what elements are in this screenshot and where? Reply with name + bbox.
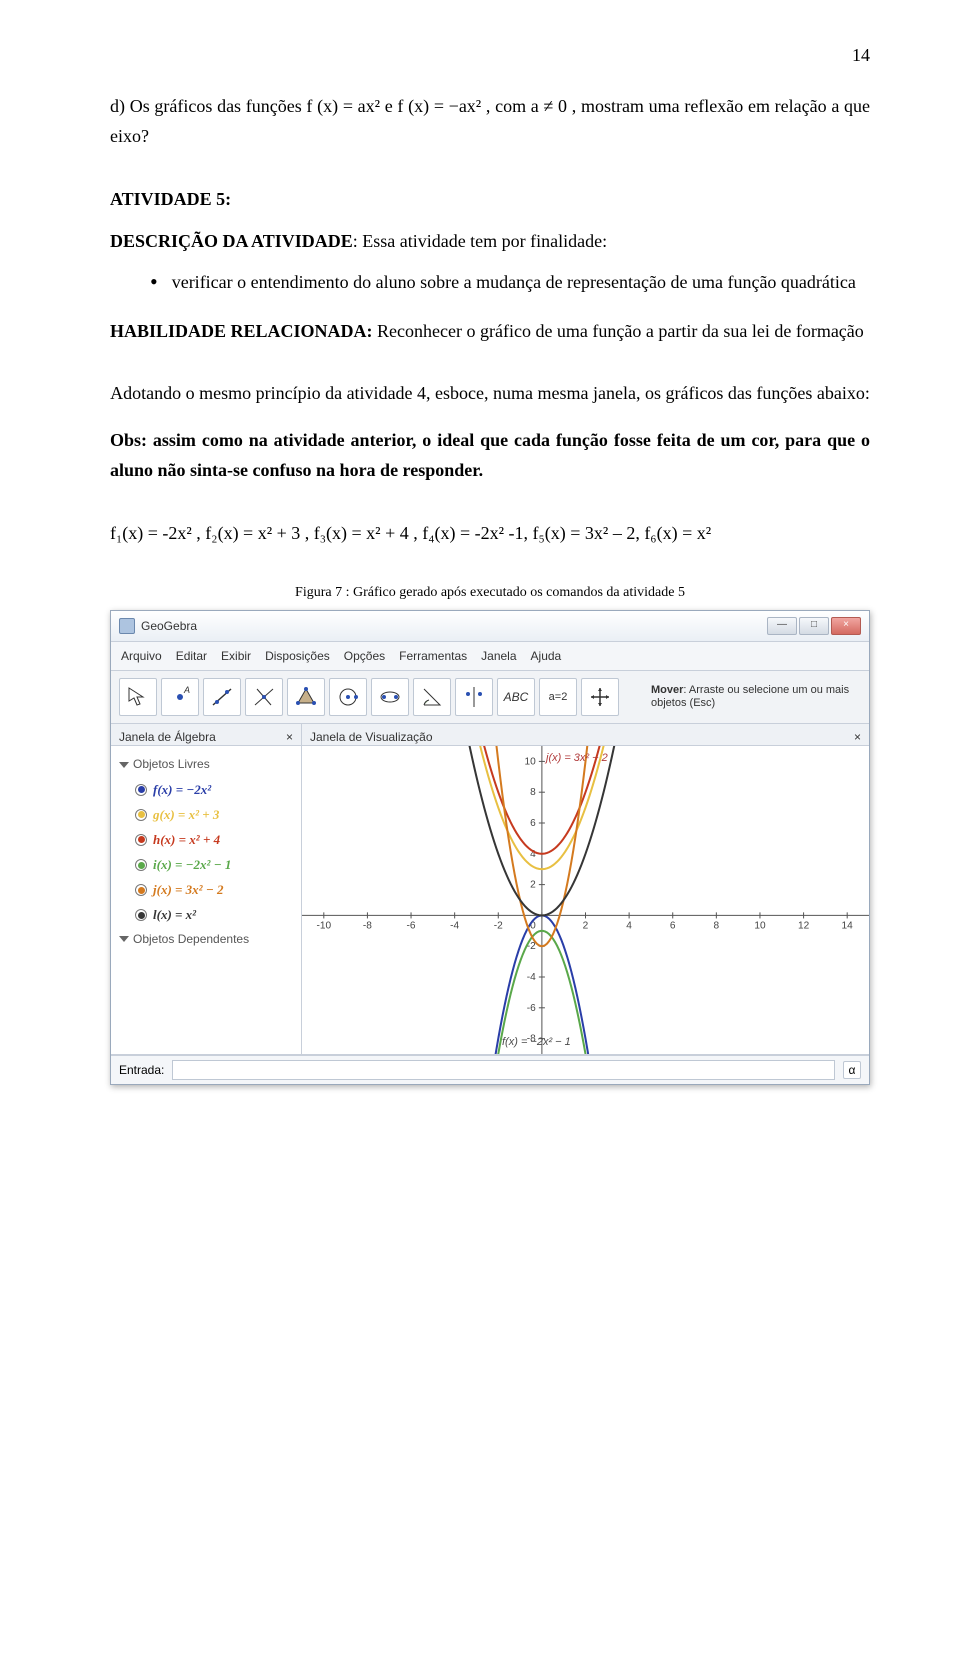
minimize-button[interactable]: —: [767, 617, 797, 635]
bullet-icon: •: [150, 271, 158, 293]
menu-disposicoes[interactable]: Disposições: [265, 646, 330, 666]
svg-text:-2: -2: [494, 921, 503, 932]
svg-text:12: 12: [798, 921, 810, 932]
statusbar: Entrada: α: [111, 1055, 869, 1084]
pane-close-icon[interactable]: ×: [854, 727, 861, 747]
activity-heading: ATIVIDADE 5:: [110, 184, 870, 215]
habil-label: HABILIDADE RELACIONADA:: [110, 321, 373, 341]
svg-text:4: 4: [626, 921, 632, 932]
svg-text:-6: -6: [527, 1003, 536, 1014]
tool-move[interactable]: [119, 678, 157, 716]
disclosure-icon: [119, 936, 129, 942]
bullet-text: verificar o entendimento do aluno sobre …: [172, 267, 856, 298]
algebra-pane-title: Janela de Álgebra ×: [111, 724, 301, 746]
svg-text:-8: -8: [363, 921, 372, 932]
input-help-icon[interactable]: α: [843, 1061, 861, 1079]
svg-text:6: 6: [530, 818, 536, 829]
tool-slider[interactable]: a=2: [539, 678, 577, 716]
svg-text:8: 8: [714, 921, 720, 932]
desc-rest: : Essa atividade tem por finalidade:: [353, 231, 607, 251]
tool-circle[interactable]: [329, 678, 367, 716]
close-button[interactable]: ×: [831, 617, 861, 635]
tool-text[interactable]: ABC: [497, 678, 535, 716]
svg-text:10: 10: [525, 757, 537, 768]
menubar: Arquivo Editar Exibir Disposições Opções…: [111, 642, 869, 671]
algebra-object[interactable]: l(x) = x²: [119, 904, 295, 926]
tool-movevista[interactable]: [581, 678, 619, 716]
svg-text:-4: -4: [450, 921, 459, 932]
page-number: 14: [110, 40, 870, 71]
tool-ellipse[interactable]: [371, 678, 409, 716]
svg-text:2: 2: [530, 880, 536, 891]
plot-area[interactable]: -10-8-6-4-22468101214-8-6-4-22468100 j(x…: [302, 746, 869, 1054]
svg-text:2: 2: [583, 921, 589, 932]
abc-label: ABC: [504, 687, 529, 707]
svg-text:14: 14: [842, 921, 854, 932]
functions-line: f₁(x) = -2x² , f₂(x) = x² + 3 , f₃(x) = …: [110, 518, 870, 549]
adotando-text: Adotando o mesmo princípio da atividade …: [110, 378, 870, 409]
pane-close-icon[interactable]: ×: [286, 727, 293, 747]
svg-text:10: 10: [754, 921, 766, 932]
svg-text:6: 6: [670, 921, 676, 932]
menu-exibir[interactable]: Exibir: [221, 646, 251, 666]
slider-label: a=2: [549, 688, 568, 707]
menu-editar[interactable]: Editar: [176, 646, 207, 666]
svg-text:8: 8: [530, 788, 536, 799]
algebra-object[interactable]: f(x) = −2x²: [119, 779, 295, 801]
menu-janela[interactable]: Janela: [481, 646, 516, 666]
obj-livres-section[interactable]: Objetos Livres: [119, 754, 295, 774]
tool-perp[interactable]: [245, 678, 283, 716]
svg-text:-6: -6: [407, 921, 416, 932]
plot-hover-label: j(x) = 3x² − 2: [546, 749, 608, 768]
plot-hover-label: f(x) = −2x² − 1: [502, 1033, 571, 1052]
geogebra-window: GeoGebra — □ × Arquivo Editar Exibir Dis…: [110, 610, 870, 1085]
tool-reflect[interactable]: [455, 678, 493, 716]
graphics-pane: Janela de Visualização × -10 -8 -6 -4 -2 2 4 6 8…: [302, 724, 869, 1054]
tool-help-box: Mover: Arraste ou selecione um ou mais o…: [651, 684, 861, 712]
svg-text:-10: -10: [316, 921, 331, 932]
toolbar: A ABC a=2: [111, 671, 869, 724]
entrada-input[interactable]: [172, 1060, 835, 1080]
menu-ferramentas[interactable]: Ferramentas: [399, 646, 467, 666]
obs-text: Obs: assim como na atividade anterior, o…: [110, 425, 870, 486]
algebra-object[interactable]: g(x) = x² + 3: [119, 804, 295, 826]
graphics-pane-title: Janela de Visualização ×: [302, 724, 869, 746]
menu-opcoes[interactable]: Opções: [344, 646, 385, 666]
algebra-object[interactable]: h(x) = x² + 4: [119, 829, 295, 851]
desc-label: DESCRIÇÃO DA ATIVIDADE: [110, 231, 353, 251]
tool-line[interactable]: [203, 678, 241, 716]
tool-angle[interactable]: [413, 678, 451, 716]
tool-help-title: Mover: [651, 684, 683, 696]
obj-dep-section[interactable]: Objetos Dependentes: [119, 929, 295, 949]
entrada-label: Entrada:: [119, 1060, 164, 1080]
question-d: d) Os gráficos das funções f (x) = ax² e…: [110, 91, 870, 152]
svg-text:-4: -4: [527, 972, 536, 983]
menu-ajuda[interactable]: Ajuda: [531, 646, 562, 666]
titlebar: GeoGebra — □ ×: [111, 611, 869, 642]
figure-caption: Figura 7 : Gráfico gerado após executado…: [110, 581, 870, 605]
svg-text:A: A: [183, 685, 190, 695]
bullet-item: • verificar o entendimento do aluno sobr…: [150, 267, 870, 298]
algebra-pane: Janela de Álgebra × Objetos Livres f(x) …: [111, 724, 302, 1054]
app-icon: [119, 618, 135, 634]
maximize-button[interactable]: □: [799, 617, 829, 635]
tool-polygon[interactable]: [287, 678, 325, 716]
plot-svg: -10-8-6-4-22468101214-8-6-4-22468100: [302, 746, 869, 1054]
tool-point[interactable]: A: [161, 678, 199, 716]
window-title: GeoGebra: [141, 616, 197, 636]
disclosure-icon: [119, 762, 129, 768]
habil-rest: Reconhecer o gráfico de uma função a par…: [373, 321, 864, 341]
algebra-object[interactable]: i(x) = −2x² − 1: [119, 854, 295, 876]
algebra-object[interactable]: j(x) = 3x² − 2: [119, 879, 295, 901]
menu-arquivo[interactable]: Arquivo: [121, 646, 162, 666]
